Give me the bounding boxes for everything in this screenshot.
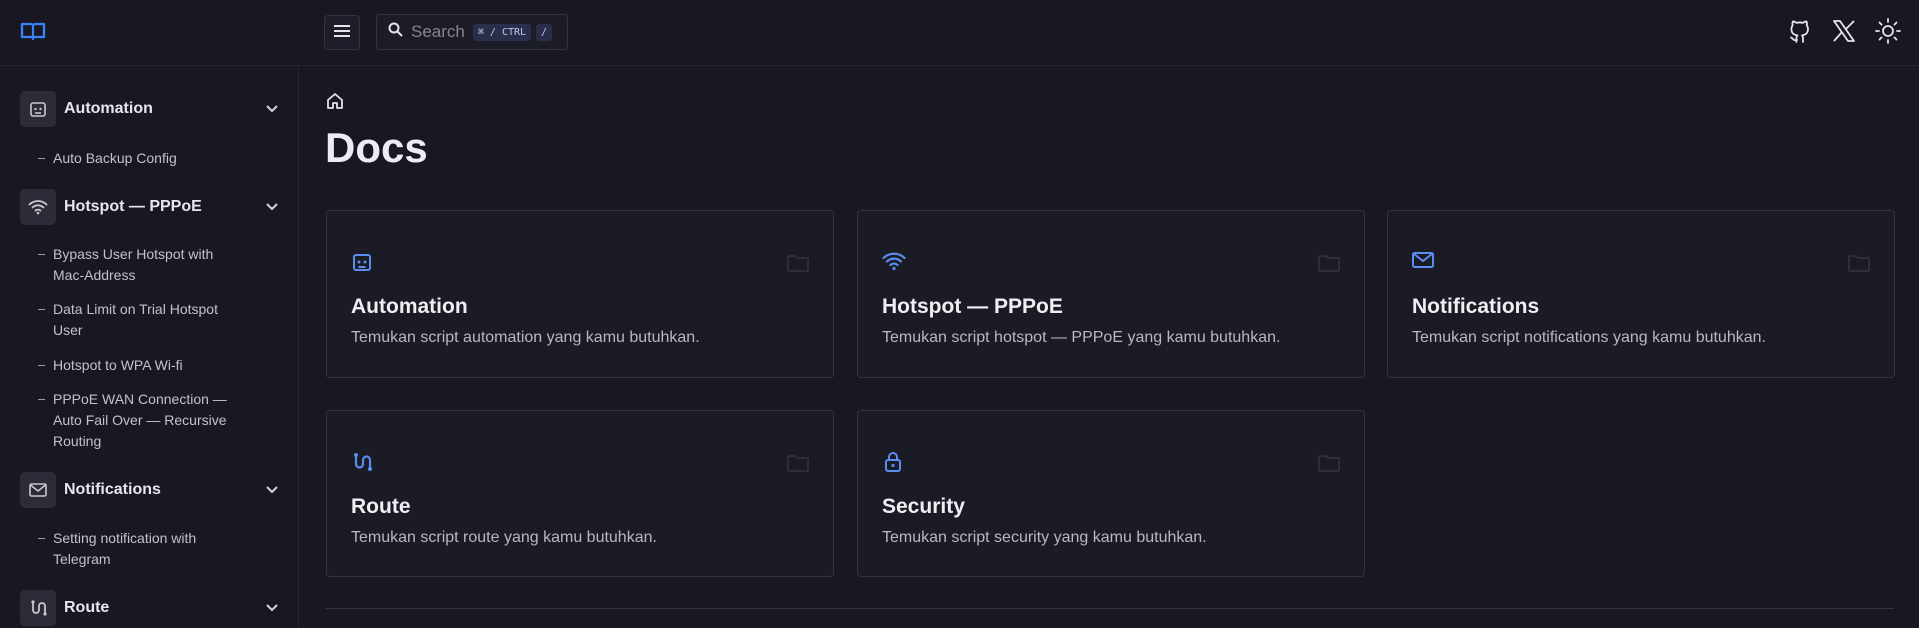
route-icon [351,451,375,475]
sidebar-item[interactable]: Hotspot to WPA Wi-fi [38,355,238,376]
folder-icon [1318,454,1340,472]
menu-button[interactable] [324,15,360,50]
card-security[interactable]: Security Temukan script security yang ka… [857,410,1365,577]
sun-icon[interactable] [1875,17,1901,45]
sidebar-item[interactable]: PPPoE WAN Connection — Auto Fail Over — … [38,389,238,452]
sidebar-section-automation[interactable]: Automation [20,91,282,127]
search-icon [388,22,403,42]
sidebar-item[interactable]: Bypass User Hotspot with Mac-Address [38,244,238,286]
search-placeholder: Search [411,22,465,41]
sidebar-section-notifications[interactable]: Notifications [20,472,282,508]
card-description: Temukan script route yang kamu butuhkan. [351,529,657,546]
folder-icon [1848,254,1870,272]
mail-icon [20,472,56,508]
card-hotspot-pppoe[interactable]: Hotspot — PPPoE Temukan script hotspot —… [857,210,1365,378]
top-header: Search ⌘ / CTRL / [0,0,1919,66]
page-title: Docs [325,124,428,171]
sidebar: Automation Auto Backup Config Hotspot — … [0,67,299,628]
home-icon[interactable] [326,92,346,112]
card-title: Route [351,495,411,518]
card-automation[interactable]: Automation Temukan script automation yan… [326,210,834,378]
card-route[interactable]: Route Temukan script route yang kamu but… [326,410,834,577]
folder-icon [787,454,809,472]
chevron-down-icon[interactable] [262,99,282,119]
content-divider [326,608,1894,609]
sidebar-item[interactable]: Setting notification with Telegram [38,528,238,570]
card-notifications[interactable]: Notifications Temukan script notificatio… [1387,210,1895,378]
x-icon[interactable] [1831,17,1857,45]
sidebar-section-hotspot[interactable]: Hotspot — PPPoE [20,189,282,225]
chevron-down-icon[interactable] [262,598,282,618]
search-button[interactable]: Search ⌘ / CTRL / [376,14,568,50]
robot-icon [20,91,56,127]
sidebar-section-label: Route [64,599,110,616]
card-description: Temukan script notifications yang kamu b… [1412,329,1766,346]
shortcut-key-cmd: ⌘ / CTRL [472,23,532,41]
card-description: Temukan script security yang kamu butuhk… [882,529,1207,546]
chevron-down-icon[interactable] [262,480,282,500]
mail-icon [1412,251,1436,275]
chevron-down-icon[interactable] [262,197,282,217]
logo-book-icon[interactable] [20,21,46,43]
menu-icon [334,24,350,42]
sidebar-section-label: Hotspot — PPPoE [64,198,202,215]
lock-icon [882,451,906,475]
github-icon[interactable] [1787,17,1813,45]
wifi-icon [20,189,56,225]
card-title: Automation [351,295,468,318]
folder-icon [1318,254,1340,272]
card-description: Temukan script automation yang kamu butu… [351,329,700,346]
sidebar-section-label: Notifications [64,481,161,498]
sidebar-section-label: Automation [64,100,153,117]
card-title: Security [882,495,965,518]
robot-icon [351,251,375,275]
sidebar-item[interactable]: Auto Backup Config [38,148,238,169]
card-title: Hotspot — PPPoE [882,295,1063,318]
route-icon [20,590,56,626]
sidebar-item[interactable]: Data Limit on Trial Hotspot User [38,299,238,341]
folder-icon [787,254,809,272]
wifi-icon [882,251,906,275]
shortcut-key-slash: / [536,23,553,41]
card-title: Notifications [1412,295,1540,318]
card-description: Temukan script hotspot — PPPoE yang kamu… [882,329,1281,346]
sidebar-section-route[interactable]: Route [20,590,282,626]
